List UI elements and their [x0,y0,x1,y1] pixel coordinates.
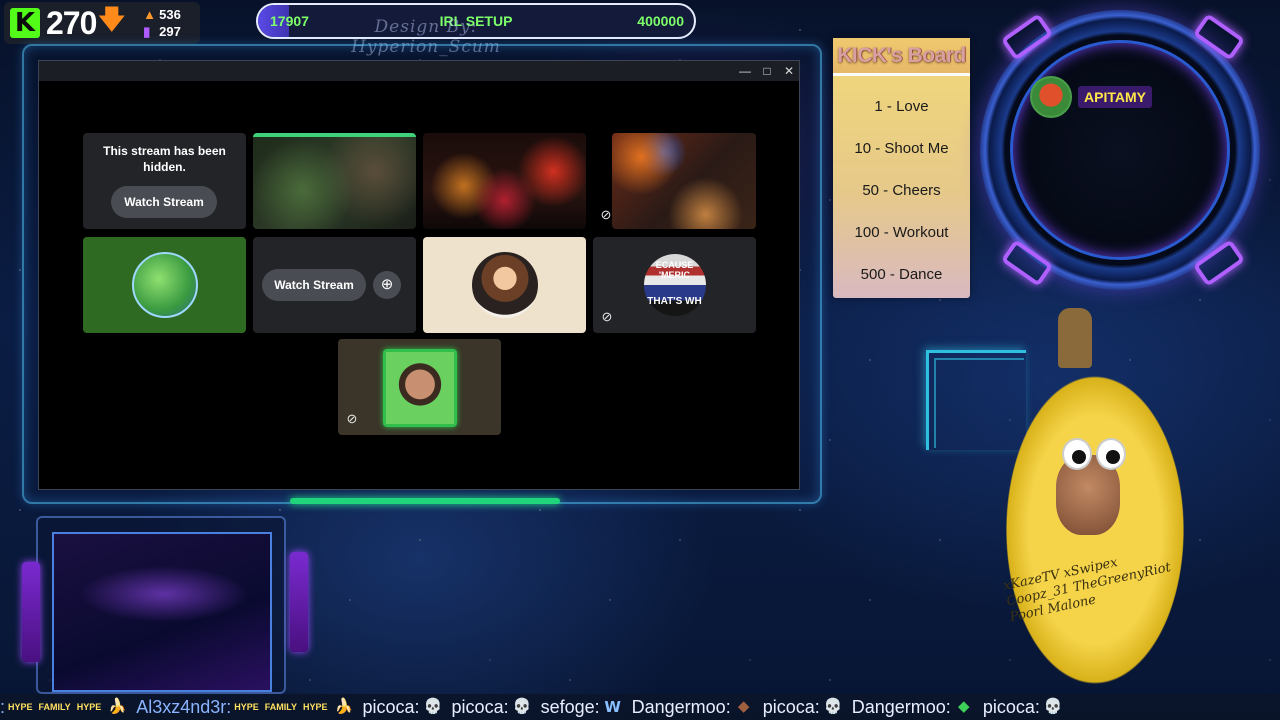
participant-tile-camera[interactable]: ⊘ [338,339,501,435]
muted-mic-icon: ⊘ [600,207,612,222]
viewer-stats-panel: K 270 🡇 ▲ 536 ▮ 297 [4,2,200,44]
board-item: 50 - Cheers [862,182,941,199]
eagle-caption-bottom: THAT'S WH [647,296,702,307]
kick-board: KICK's Board 1 - Love 10 - Shoot Me 50 -… [833,38,970,298]
chat-message: sefoge: W [541,697,622,718]
board-item: 500 - Dance [860,266,943,283]
webcam-stream-tile[interactable]: 🎙 [612,133,756,229]
chat-badge: FAMILY [264,701,297,712]
participant-tile-eagle[interactable]: ECAUSE 'MERIC THAT'S WH ⊘ [593,237,756,333]
chat-username: picoca: [762,696,820,717]
framed-camera-avatar [383,349,457,427]
chat-message: picoca: 💀 [451,696,532,718]
green-emote-icon: ◆ [958,698,970,715]
alert-orb [1010,40,1230,260]
hidden-stream-message: This stream has been hidden. [103,144,226,174]
chat-message: picoca: 💀 [762,696,843,718]
featured-username: APITAMY [1078,86,1152,108]
banana-icon: 🍌 [108,698,127,715]
chat-username: sefoge: [540,696,600,717]
eagle-flag-avatar: ECAUSE 'MERIC THAT'S WH [643,254,706,316]
maximize-icon[interactable]: □ [759,63,775,79]
chat-username: picoca: [451,696,509,717]
chat-message: Dangermoo: ◆ [632,697,753,718]
watch-stream-button[interactable]: Watch Stream [262,269,366,301]
frame-accent [290,498,560,504]
discord-stream-window: — □ ✕ This stream has been hidden. Watch… [38,60,800,490]
bar-chart-icon: ▮ [143,24,151,39]
board-item: 10 - Shoot Me [854,140,949,157]
panel-side-accent [22,562,40,662]
panel-side-accent [290,552,308,652]
chat-badge: HYPE [302,701,328,712]
game-stream-tile[interactable] [253,133,416,229]
chat-message: picoca: 💀 [362,696,443,718]
participant-tile-bearded[interactable] [423,237,586,333]
chat-message: picoca: 💀 [982,696,1063,718]
subs-count: 297 [159,24,181,39]
skull-icon: 💀 [1043,698,1063,715]
flame-icon: ▲ [143,7,156,22]
chat-username: Dangermoo: [851,696,951,717]
minimize-icon[interactable]: — [737,63,753,79]
chat-username: picoca: [362,696,420,717]
chat-username: r: [0,696,5,717]
googly-eye [1062,438,1092,470]
chat-badge: HYPE [76,701,102,712]
chat-badge: HYPE [8,701,33,712]
chat-message: r:HYPEFAMILYHYPE🍌 [0,696,127,718]
chat-ticker: r:HYPEFAMILYHYPE🍌Al3xz4nd3r:HYPEFAMILYHY… [0,694,1280,720]
featured-user: APITAMY [1030,76,1152,118]
brown-emote-icon: ◆ [737,698,750,715]
googly-eye [1096,438,1126,470]
skull-icon: 💀 [823,698,843,715]
participant-tile-frog[interactable] [83,237,246,333]
chat-message: Dangermoo: ◆ [852,697,973,718]
screen-share-icon[interactable]: ⊕ [373,271,401,299]
chat-username: Dangermoo: [631,696,731,717]
eagle-caption-top: ECAUSE 'MERIC [655,260,694,280]
chat-badge: HYPE [234,701,259,712]
banana-icon: 🍌 [334,698,354,715]
skull-icon: 💀 [512,698,532,715]
frog-avatar [131,252,198,318]
banana-stem [1058,308,1092,368]
chat-message: Al3xz4nd3r: HYPE FAMILY HYPE 🍌 [136,696,354,718]
mini-stats: ▲ 536 ▮ 297 [143,6,181,40]
chat-ticker-track: r:HYPEFAMILYHYPE🍌Al3xz4nd3r:HYPEFAMILYHY… [0,696,1072,718]
user-avatar [1030,76,1072,118]
title-bar[interactable]: — □ ✕ [39,61,799,81]
watch-stream-button[interactable]: Watch Stream [111,186,217,218]
stream-preview-tile: Watch Stream ⊕ [253,237,416,333]
chat-badge: FAMILY [38,701,71,712]
skull-icon: 💀 [423,698,443,715]
goal-target: 400000 [637,13,684,29]
bearded-avatar [471,252,538,318]
chat-username: Al3xz4nd3r: [136,696,232,717]
followers-count: 536 [159,7,181,22]
muted-mic-icon: ⊘ [346,411,358,426]
board-title: KICK's Board [833,38,970,76]
hidden-stream-tile: This stream has been hidden. Watch Strea… [83,133,246,229]
room-stream-tile[interactable] [423,133,586,229]
w-icon: W [604,698,621,716]
close-icon[interactable]: ✕ [781,63,797,79]
kick-logo: K [10,8,40,38]
down-arrow-icon: 🡇 [98,4,126,34]
dna-animation-panel [52,532,272,692]
viewer-count: 270 [46,4,97,41]
chat-username: picoca: [982,696,1040,717]
board-item: 1 - Love [874,98,929,115]
muted-mic-icon: ⊘ [601,309,613,324]
board-item: 100 - Workout [854,224,949,241]
